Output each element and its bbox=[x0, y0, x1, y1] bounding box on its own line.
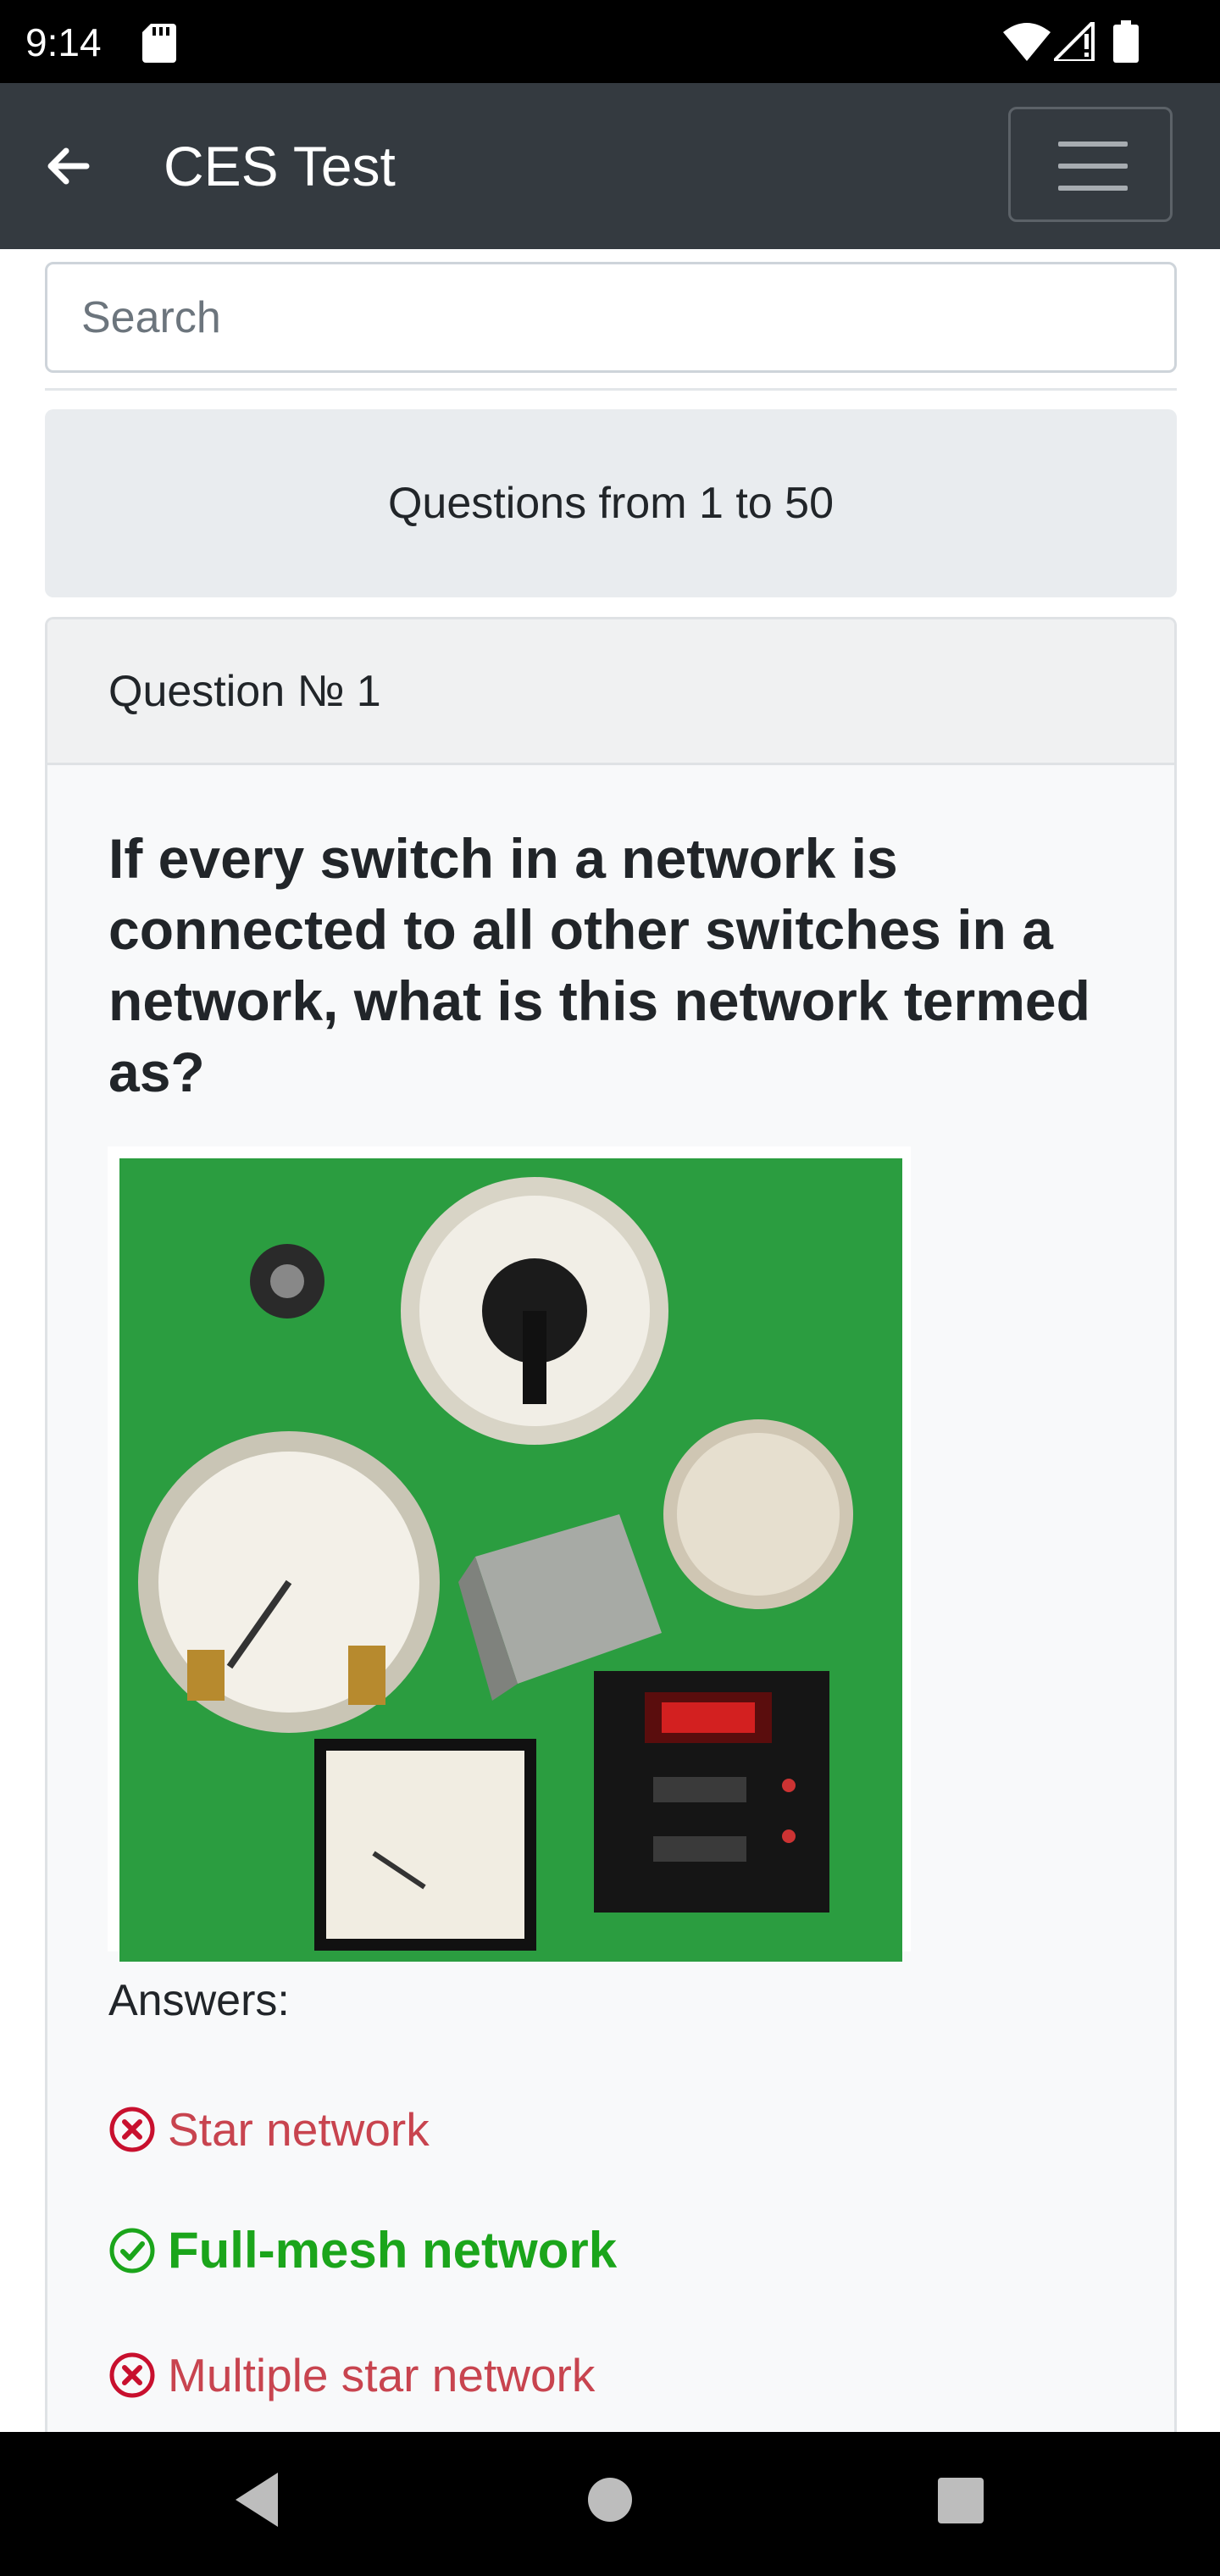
nav-back-icon[interactable] bbox=[229, 2466, 288, 2534]
divider bbox=[45, 388, 1177, 391]
question-range-banner: Questions from 1 to 50 bbox=[45, 409, 1177, 597]
question-range-text: Questions from 1 to 50 bbox=[387, 479, 835, 528]
x-circle-icon bbox=[109, 2107, 155, 2152]
nav-recents-icon[interactable] bbox=[937, 2466, 984, 2534]
app-bar: CES Test bbox=[0, 83, 1220, 249]
answer-option-correct: Full-mesh network bbox=[108, 2221, 617, 2279]
status-bar: 9:14 bbox=[0, 0, 1220, 83]
question-text: If every switch in a network is connecte… bbox=[108, 827, 1090, 1103]
answer-option: Star network bbox=[108, 2102, 430, 2157]
gauges-photo bbox=[119, 1158, 902, 1962]
menu-toggle-button[interactable] bbox=[1008, 107, 1173, 222]
answer-text: Multiple star network bbox=[168, 2349, 596, 2401]
search-input[interactable] bbox=[45, 262, 1177, 373]
nav-home-icon[interactable] bbox=[586, 2466, 634, 2534]
system-nav-bar bbox=[0, 2432, 1220, 2576]
back-arrow-icon[interactable] bbox=[42, 141, 93, 192]
x-circle-icon bbox=[109, 2352, 155, 2398]
cell-signal-icon bbox=[1054, 22, 1095, 61]
answer-text: Star network bbox=[168, 2103, 430, 2156]
wifi-icon bbox=[1003, 23, 1051, 61]
answer-text: Full-mesh network bbox=[168, 2222, 618, 2279]
app-title: CES Test bbox=[164, 135, 396, 197]
check-circle-icon bbox=[109, 2228, 155, 2273]
hamburger-icon bbox=[1058, 142, 1128, 147]
answers-label: Answers: bbox=[108, 1976, 290, 2025]
question-image bbox=[108, 1146, 911, 1962]
status-time: 9:14 bbox=[25, 20, 102, 64]
answer-option: Multiple star network bbox=[108, 2348, 595, 2402]
question-card: Question № 1 If every switch in a networ… bbox=[45, 617, 1177, 2576]
question-card-header: Question № 1 bbox=[47, 619, 1174, 765]
battery-icon bbox=[1113, 20, 1139, 63]
sd-card-icon bbox=[142, 24, 176, 63]
question-number: Question № 1 bbox=[108, 666, 381, 716]
